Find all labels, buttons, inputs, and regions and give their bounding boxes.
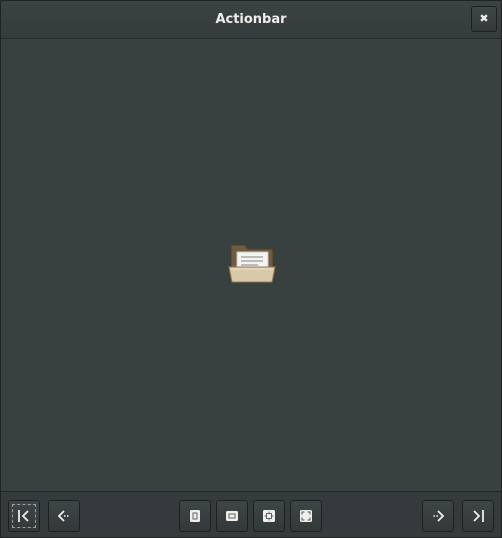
go-previous-button[interactable] — [48, 500, 80, 532]
action-bar — [1, 491, 501, 537]
go-last-icon — [473, 510, 484, 522]
go-previous-icon — [57, 510, 69, 522]
close-button[interactable]: ✖ — [471, 6, 497, 32]
application-window: Actionbar ✖ — [0, 0, 502, 538]
view-portrait-button[interactable] — [179, 500, 211, 532]
content-area — [1, 39, 501, 491]
landscape-icon — [226, 511, 238, 521]
close-icon: ✖ — [479, 12, 489, 25]
go-last-button[interactable] — [462, 500, 494, 532]
go-first-icon — [18, 510, 29, 522]
go-next-icon — [433, 510, 445, 522]
portrait-icon — [190, 510, 200, 522]
zoom-fit-button[interactable] — [253, 500, 285, 532]
go-next-button[interactable] — [422, 500, 454, 532]
fullscreen-button[interactable] — [290, 500, 322, 532]
fullscreen-icon — [300, 510, 312, 522]
title-bar[interactable]: Actionbar ✖ — [1, 1, 501, 39]
go-first-button[interactable] — [8, 500, 40, 532]
window-title: Actionbar — [215, 12, 287, 27]
open-folder-icon — [228, 244, 276, 283]
view-landscape-button[interactable] — [216, 500, 248, 532]
zoom-fit-icon — [263, 510, 275, 522]
